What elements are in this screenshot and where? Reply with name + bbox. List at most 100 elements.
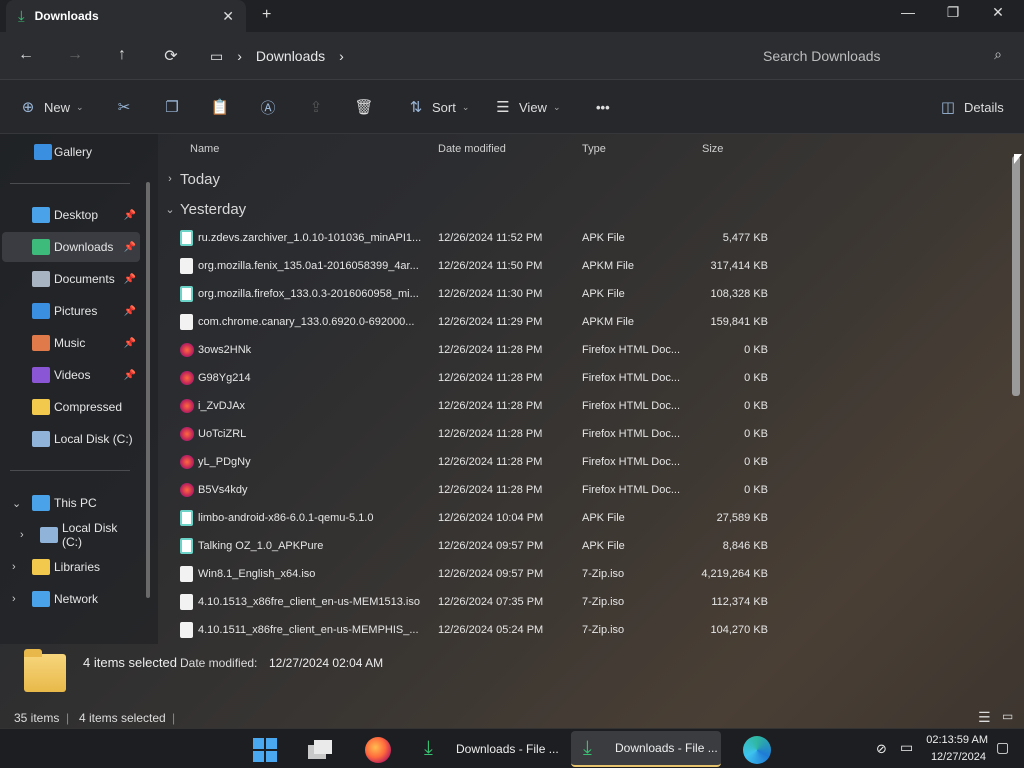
- group-today[interactable]: › Today: [160, 166, 930, 192]
- back-button[interactable]: ←: [14, 46, 38, 64]
- delete-button[interactable]: 🗑: [354, 96, 374, 118]
- notification-icon[interactable]: ▢: [996, 739, 1009, 756]
- minimize-button[interactable]: —: [896, 4, 920, 20]
- file-row[interactable]: 3ows2HNk 12/26/2024 11:28 PM Firefox HTML …: [160, 336, 780, 364]
- file-type: Firefox HTML Doc...: [582, 344, 680, 356]
- file-row[interactable]: org.mozilla.firefox_133.0.3-2016060958_m…: [160, 280, 780, 308]
- file-row[interactable]: yL_PDgNy 12/26/2024 11:28 PM Firefox HTML …: [160, 448, 780, 476]
- new-button[interactable]: ⊕ New ⌄: [18, 96, 84, 118]
- sidebar-item-pictures[interactable]: Pictures 📌: [2, 296, 140, 326]
- display-icon[interactable]: ▭: [900, 739, 913, 756]
- file-list-scrollbar[interactable]: [1012, 156, 1020, 396]
- file-row[interactable]: 4.10.1513_x86fre_client_en-us-MEM1513.is…: [160, 588, 780, 616]
- firefox-icon: [365, 737, 391, 763]
- sidebar-item-videos[interactable]: Videos 📌: [2, 360, 140, 390]
- file-row[interactable]: UoTciZRL 12/26/2024 11:28 PM Firefox HTML …: [160, 420, 780, 448]
- details-button[interactable]: ◫ Details: [938, 96, 1004, 118]
- pin-icon[interactable]: 📌: [124, 210, 136, 221]
- pin-icon[interactable]: 📌: [124, 306, 136, 317]
- file-row[interactable]: com.chrome.canary_133.0.6920.0-692000...…: [160, 308, 780, 336]
- file-row[interactable]: Talking OZ_1.0_APKPure 12/26/2024 09:57 P…: [160, 532, 780, 560]
- taskbar-explorer-2[interactable]: ⤓ Downloads - File ...: [571, 731, 721, 767]
- download-icon: ⤓: [583, 737, 592, 759]
- network-icon[interactable]: ⊘: [876, 741, 887, 757]
- taskbar-explorer-1[interactable]: ⤓ Downloads - File ...: [412, 731, 562, 767]
- file-name: 4.10.1511_x86fre_client_en-us-MEMPHIS_..…: [198, 624, 419, 636]
- file-row[interactable]: Win8.1_English_x64.iso 12/26/2024 09:57 P…: [160, 560, 780, 588]
- sidebar-item-music[interactable]: Music 📌: [2, 328, 140, 358]
- new-tab-button[interactable]: +: [262, 6, 271, 24]
- sidebar-scrollbar[interactable]: [146, 182, 150, 598]
- pin-icon[interactable]: 📌: [124, 338, 136, 349]
- pin-icon[interactable]: 📌: [124, 370, 136, 381]
- maximize-button[interactable]: ❐: [941, 4, 965, 21]
- sidebar-item-label: Downloads: [54, 240, 114, 254]
- pin-icon[interactable]: 📌: [124, 242, 136, 253]
- forward-button[interactable]: →: [63, 46, 87, 64]
- sidebar-item-desktop[interactable]: Desktop 📌: [2, 200, 140, 230]
- tree-item-libraries[interactable]: › Libraries: [2, 552, 140, 582]
- file-name: limbo-android-x86-6.0.1-qemu-5.1.0: [198, 512, 374, 524]
- sidebar-item-label: Network: [54, 592, 99, 606]
- more-options-button[interactable]: •••: [590, 96, 610, 118]
- breadcrumb-downloads[interactable]: Downloads: [256, 48, 325, 64]
- column-date-modified[interactable]: Date modified: [438, 143, 506, 155]
- sidebar-item-documents[interactable]: Documents 📌: [2, 264, 140, 294]
- chevron-right-icon[interactable]: ›: [20, 529, 24, 541]
- tree-item-network[interactable]: › Network: [2, 584, 140, 614]
- start-button[interactable]: [248, 733, 282, 767]
- refresh-button[interactable]: ⟳: [159, 46, 183, 66]
- tree-item-this-pc[interactable]: ⌄ This PC: [2, 488, 140, 518]
- sidebar-item-compressed[interactable]: Compressed: [2, 392, 140, 422]
- file-name: Win8.1_English_x64.iso: [198, 568, 316, 580]
- folder-icon: [32, 239, 50, 255]
- sidebar-item-gallery[interactable]: Gallery: [2, 137, 140, 167]
- up-button[interactable]: ↑: [110, 46, 134, 64]
- close-button[interactable]: ✕: [986, 4, 1010, 21]
- chevron-right-icon[interactable]: ›: [12, 593, 16, 605]
- file-size: 0 KB: [744, 400, 768, 412]
- view-button[interactable]: ☰ View ⌄: [493, 96, 560, 118]
- tab-close-icon[interactable]: ✕: [222, 8, 234, 25]
- sidebar-item-downloads[interactable]: Downloads 📌: [2, 232, 140, 262]
- column-type[interactable]: Type: [582, 143, 606, 155]
- task-view-button[interactable]: [303, 733, 337, 767]
- file-type: Firefox HTML Doc...: [582, 372, 680, 384]
- sidebar-item-local-disk-c[interactable]: Local Disk (C:): [2, 424, 140, 454]
- group-yesterday[interactable]: ⌄ Yesterday: [160, 196, 930, 222]
- sidebar-item-label: Videos: [54, 368, 91, 382]
- clock-time[interactable]: 02:13:59 AM: [918, 734, 988, 746]
- chevron-right-icon: ›: [168, 173, 172, 185]
- firefox-taskbar-button[interactable]: [361, 733, 395, 767]
- file-row[interactable]: 4.10.1511_x86fre_client_en-us-MEMPHIS_..…: [160, 616, 780, 644]
- tab-downloads[interactable]: ⤓ Downloads ✕: [6, 0, 246, 32]
- file-row[interactable]: ru.zdevs.zarchiver_1.0.10-101036_minAPI1…: [160, 224, 780, 252]
- clock-date[interactable]: 12/27/2024: [918, 751, 986, 763]
- share-button[interactable]: ⇪: [306, 96, 326, 118]
- file-row[interactable]: B5Vs4kdy 12/26/2024 11:28 PM Firefox HTML …: [160, 476, 780, 504]
- tree-item-local-disk-c[interactable]: › Local Disk (C:): [2, 520, 140, 550]
- pin-icon[interactable]: 📌: [124, 274, 136, 285]
- file-row[interactable]: limbo-android-x86-6.0.1-qemu-5.1.0 12/26/…: [160, 504, 780, 532]
- column-size[interactable]: Size: [702, 143, 723, 155]
- edge-taskbar-button[interactable]: [740, 733, 774, 767]
- tiles-view-icon[interactable]: ▭: [1002, 709, 1013, 723]
- rename-button[interactable]: Ⓐ: [258, 96, 278, 118]
- file-icon: [180, 566, 193, 582]
- sort-button[interactable]: ⇅ Sort ⌄: [406, 96, 470, 118]
- monitor-icon: ▭: [210, 47, 224, 64]
- file-row[interactable]: org.mozilla.fenix_135.0a1-2016058399_4ar…: [160, 252, 780, 280]
- search-input[interactable]: Search Downloads ⌕: [748, 40, 1014, 72]
- cut-button[interactable]: ✂: [114, 96, 134, 118]
- details-view-icon[interactable]: ☰: [978, 709, 991, 726]
- paste-button[interactable]: 📋: [210, 96, 230, 118]
- drive-icon: [32, 495, 50, 511]
- gallery-icon: [34, 144, 52, 160]
- chevron-down-icon[interactable]: ⌄: [12, 497, 21, 510]
- breadcrumb[interactable]: ▭ › Downloads ›: [210, 40, 740, 72]
- chevron-right-icon[interactable]: ›: [12, 561, 16, 573]
- file-row[interactable]: i_ZvDJAx 12/26/2024 11:28 PM Firefox HTML …: [160, 392, 780, 420]
- column-name[interactable]: Name: [190, 143, 219, 155]
- copy-button[interactable]: ❐: [162, 96, 182, 118]
- file-row[interactable]: G98Yg214 12/26/2024 11:28 PM Firefox HTML …: [160, 364, 780, 392]
